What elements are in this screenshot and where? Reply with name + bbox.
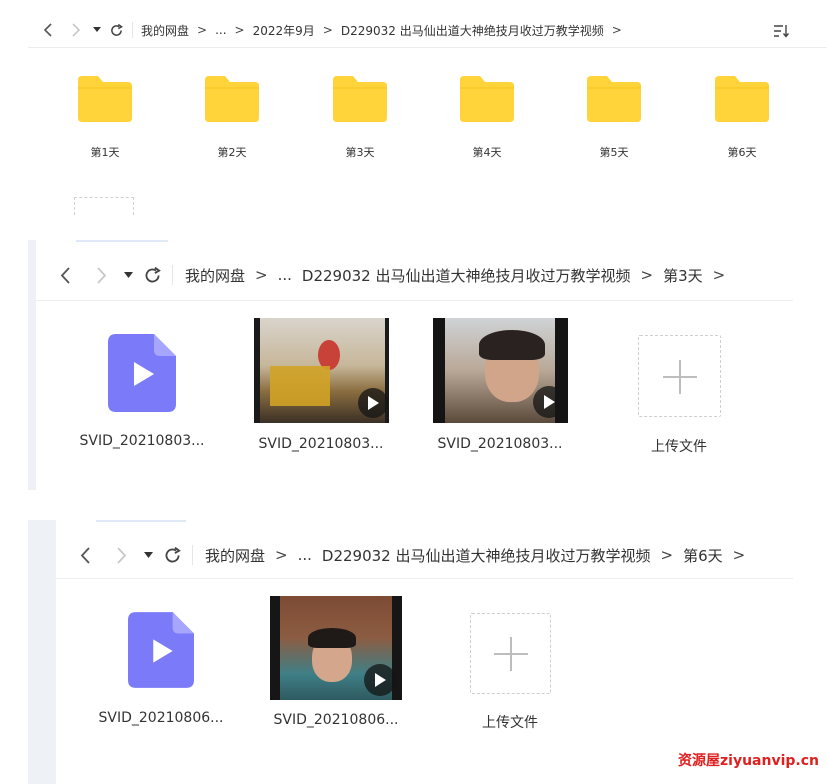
video-file-item[interactable]: SVID_20210803... (72, 334, 212, 449)
history-dropdown-icon[interactable] (92, 22, 102, 38)
breadcrumb-current[interactable]: 第6天 (683, 545, 723, 566)
file-label: SVID_20210803... (437, 436, 563, 452)
breadcrumb-ellipsis[interactable]: ... (298, 546, 312, 564)
folder-label: 第4天 (472, 146, 502, 159)
file-label: SVID_20210806... (98, 710, 224, 726)
breadcrumb-ellipsis[interactable]: ... (215, 23, 226, 37)
breadcrumb-course[interactable]: D229032 出马仙出道大神绝技月收过万教学视频 (302, 265, 631, 286)
breadcrumb-separator: > (275, 546, 288, 564)
forward-icon[interactable] (92, 265, 110, 285)
folder-item[interactable]: 第6天 (707, 74, 777, 160)
toolbar: 我的网盘 > ... D229032 出马仙出道大神绝技月收过万教学视频 > 第… (56, 262, 725, 288)
play-icon[interactable] (364, 664, 396, 696)
breadcrumb-separator: > (732, 546, 746, 564)
breadcrumb-separator: > (322, 23, 333, 37)
panel-2: 我的网盘 > ... D229032 出马仙出道大神绝技月收过万教学视频 > 第… (36, 248, 793, 488)
file-label: SVID_20210803... (79, 433, 205, 449)
breadcrumb-current[interactable]: 第3天 (663, 265, 703, 286)
video-thumbnail[interactable] (433, 318, 568, 423)
folder-icon (715, 76, 769, 122)
thumbnail-hair (308, 628, 356, 648)
breadcrumb-root[interactable]: 我的网盘 (185, 265, 245, 286)
forward-icon[interactable] (112, 545, 130, 565)
toolbar-divider (192, 545, 193, 565)
video-file-icon (108, 334, 176, 412)
toolbar-divider (132, 22, 133, 38)
upload-label[interactable]: 上传文件 (629, 436, 729, 456)
folder-icon (205, 76, 259, 122)
thumbnail-hair (479, 330, 545, 360)
folder-item[interactable]: 第5天 (579, 74, 649, 160)
breadcrumb-root[interactable]: 我的网盘 (205, 545, 265, 566)
folder-item[interactable]: 第4天 (452, 74, 522, 160)
breadcrumb-separator: > (640, 266, 654, 284)
back-icon[interactable] (76, 545, 94, 565)
folder-label: 第1天 (90, 146, 120, 159)
breadcrumb-separator: > (712, 266, 726, 284)
folder-label: 第5天 (599, 146, 629, 159)
video-thumbnail[interactable] (270, 596, 402, 700)
history-dropdown-icon[interactable] (142, 545, 154, 565)
sort-icon[interactable] (773, 23, 790, 42)
toolbar: 我的网盘 > ... D229032 出马仙出道大神绝技月收过万教学视频 > 第… (76, 542, 745, 568)
play-icon[interactable] (533, 386, 565, 418)
history-dropdown-icon[interactable] (122, 265, 134, 285)
folder-item[interactable]: 第1天 (70, 74, 140, 160)
toolbar-divider (172, 265, 173, 285)
breadcrumb-separator: > (255, 266, 268, 284)
plus-icon (679, 360, 681, 394)
file-label: SVID_20210803... (258, 436, 384, 452)
breadcrumb-ellipsis[interactable]: ... (278, 266, 292, 284)
tab-indicator (96, 520, 186, 522)
folder-label: 第3天 (345, 146, 375, 159)
refresh-icon[interactable] (108, 22, 124, 38)
panel-1: 我的网盘 > ... > 2022年9月 > D229032 出马仙出道大神绝技… (28, 0, 827, 235)
file-label: SVID_20210806... (273, 712, 399, 728)
upload-box-partial[interactable] (74, 197, 134, 215)
upload-button[interactable] (638, 335, 721, 417)
panel-edge (28, 520, 56, 784)
folder-label: 第2天 (217, 146, 247, 159)
plus-icon (510, 637, 512, 671)
folder-icon (460, 76, 514, 122)
refresh-icon[interactable] (162, 545, 182, 565)
video-thumbnail[interactable] (254, 318, 389, 423)
breadcrumb-separator: > (234, 23, 245, 37)
back-icon[interactable] (56, 265, 74, 285)
upload-button[interactable] (470, 613, 551, 694)
back-icon[interactable] (40, 22, 56, 38)
panel-edge (28, 240, 36, 490)
panel-3: 我的网盘 > ... D229032 出马仙出道大神绝技月收过万教学视频 > 第… (56, 528, 793, 784)
toolbar-border (28, 47, 827, 48)
video-file-item[interactable]: SVID_20210806... (92, 612, 230, 726)
breadcrumb-course[interactable]: D229032 出马仙出道大神绝技月收过万教学视频 (322, 545, 651, 566)
breadcrumb-course[interactable]: D229032 出马仙出道大神绝技月收过万教学视频 (341, 22, 604, 39)
breadcrumb-separator: > (611, 23, 622, 37)
folder-item[interactable]: 第3天 (325, 74, 395, 160)
breadcrumb-month[interactable]: 2022年9月 (253, 22, 315, 39)
thumbnail-table (270, 366, 330, 406)
video-file-icon (128, 612, 194, 688)
folder-item[interactable]: 第2天 (197, 74, 267, 160)
folder-label: 第6天 (727, 146, 757, 159)
folder-icon (587, 76, 641, 122)
folder-icon (78, 76, 132, 122)
refresh-icon[interactable] (142, 265, 162, 285)
watermark: 资源屋ziyuanvip.cn (678, 753, 819, 769)
breadcrumb-separator: > (197, 23, 208, 37)
forward-icon[interactable] (68, 22, 84, 38)
play-icon[interactable] (358, 388, 388, 418)
toolbar-border (36, 300, 793, 301)
tab-indicator (76, 240, 168, 242)
breadcrumb-separator: > (660, 546, 674, 564)
folder-icon (333, 76, 387, 122)
toolbar-border (56, 578, 793, 579)
upload-label[interactable]: 上传文件 (460, 712, 560, 732)
breadcrumb-root[interactable]: 我的网盘 (141, 22, 189, 39)
toolbar: 我的网盘 > ... > 2022年9月 > D229032 出马仙出道大神绝技… (40, 19, 622, 41)
